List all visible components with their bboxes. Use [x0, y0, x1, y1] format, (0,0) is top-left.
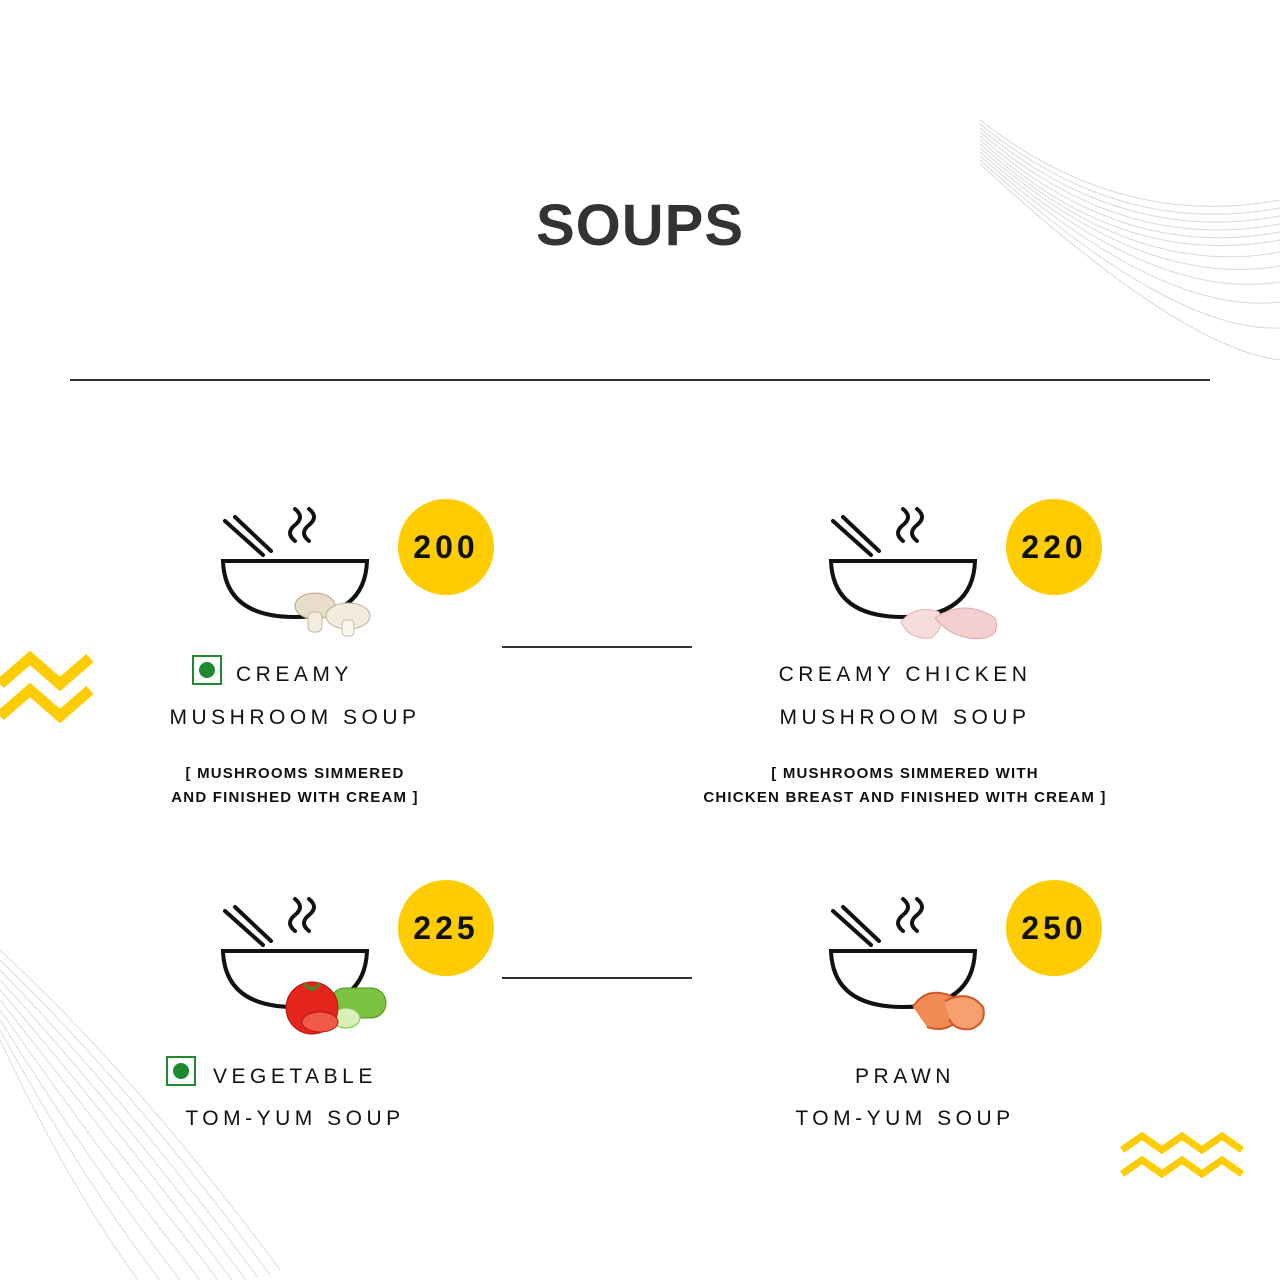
item-description-line2: CHICKEN BREAST AND FINISHED WITH CREAM ]: [703, 789, 1107, 806]
veg-indicator-icon: [192, 655, 222, 685]
row2-divider: [502, 977, 692, 979]
item-description-line1: [ MUSHROOMS SIMMERED WITH: [771, 765, 1039, 782]
row1-divider: [502, 646, 692, 648]
tomato-cucumber-icon: [285, 981, 387, 1035]
header-divider: [70, 379, 1210, 381]
page-title: SOUPS: [535, 193, 745, 258]
item-name-line2: TOM-YUM SOUP: [795, 1107, 1015, 1130]
price-badge: 225: [398, 880, 494, 976]
item-name-line1: VEGETABLE: [213, 1065, 377, 1088]
item-description-line2: AND FINISHED WITH CREAM ]: [171, 789, 419, 806]
item-name-line2: MUSHROOM SOUP: [779, 706, 1031, 729]
veg-indicator-icon: [166, 1056, 196, 1086]
price-badge: 220: [1006, 499, 1102, 595]
item-name-line1: CREAMY CHICKEN: [778, 663, 1032, 686]
price-badge: 200: [398, 499, 494, 595]
item-description-line1: [ MUSHROOMS SIMMERED: [185, 765, 405, 782]
prawn-icon: [912, 991, 985, 1031]
zigzag-decoration-right: [1120, 1131, 1245, 1179]
price-badge: 250: [1006, 880, 1102, 976]
zigzag-decoration-left: [0, 650, 94, 724]
chicken-icon: [900, 607, 998, 640]
item-name-line2: MUSHROOM SOUP: [169, 706, 421, 729]
item-name-line1: CREAMY: [236, 663, 353, 686]
mushroom-icon: [294, 592, 371, 637]
item-name-line1: PRAWN: [855, 1065, 955, 1088]
item-name-line2: TOM-YUM SOUP: [185, 1107, 405, 1130]
